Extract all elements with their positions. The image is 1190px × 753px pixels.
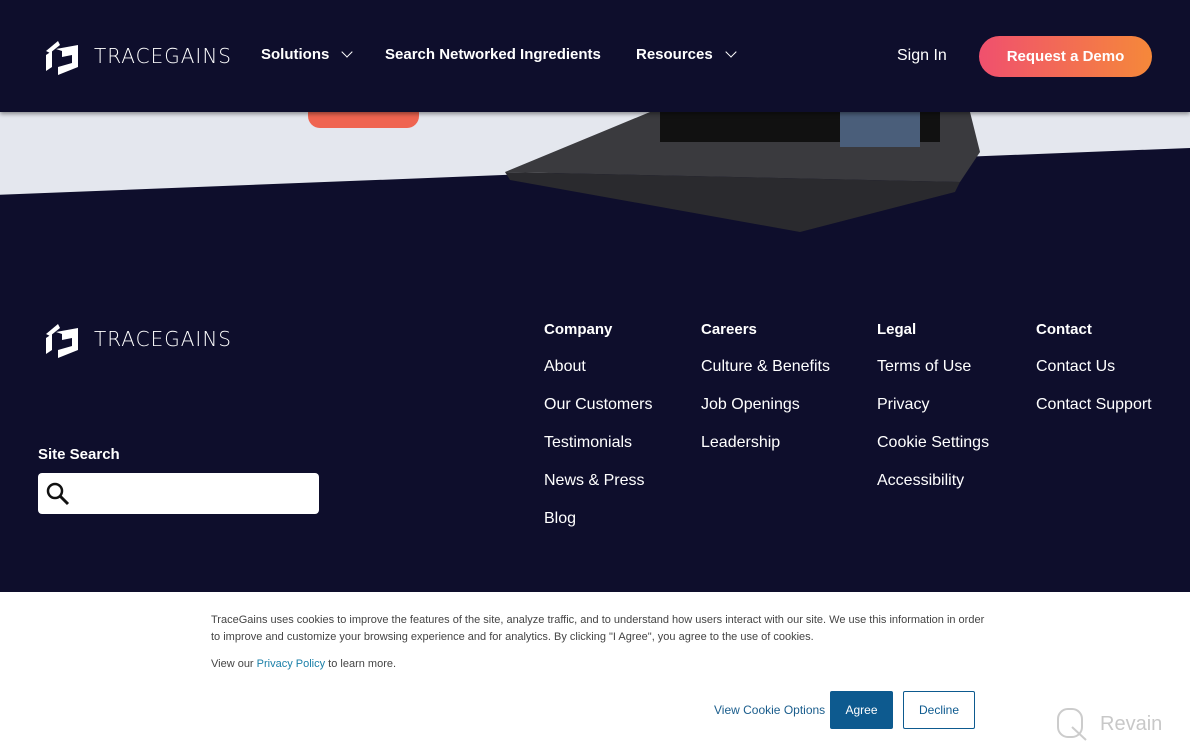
- revain-text: Revain: [1100, 712, 1163, 735]
- agree-button[interactable]: Agree: [830, 691, 893, 729]
- footer-link-leadership[interactable]: Leadership: [701, 434, 830, 453]
- footer-link-terms[interactable]: Terms of Use: [877, 358, 989, 377]
- nav-resources[interactable]: Resources: [636, 46, 737, 63]
- cookie-banner: TraceGains uses cookies to improve the f…: [0, 592, 1190, 753]
- revain-logo-icon: [1057, 708, 1087, 741]
- revain-watermark: Revain: [1056, 707, 1162, 741]
- search-icon: [46, 482, 70, 506]
- footer-link-privacy[interactable]: Privacy: [877, 396, 989, 415]
- cookie-text: TraceGains uses cookies to improve the f…: [211, 614, 985, 643]
- brand-name: TRACEGAINS: [94, 44, 232, 68]
- site-search-input[interactable]: [38, 473, 319, 514]
- column-title: Company: [544, 321, 613, 338]
- site-header: TRACEGAINS Solutions Search Networked In…: [0, 0, 1190, 112]
- tracegains-logo-icon: [46, 41, 78, 75]
- footer-link-cookie-settings[interactable]: Cookie Settings: [877, 434, 989, 453]
- footer-logo[interactable]: TRACEGAINS: [44, 320, 232, 358]
- pp-prefix: View our: [211, 658, 257, 670]
- nav-search-networked-ingredients[interactable]: Search Networked Ingredients: [385, 46, 601, 63]
- column-title: Contact: [1036, 321, 1092, 338]
- column-title: Legal: [877, 321, 917, 338]
- nav-label: Solutions: [261, 46, 330, 63]
- request-demo-button[interactable]: Request a Demo: [979, 36, 1152, 77]
- footer-link-about[interactable]: About: [544, 358, 652, 377]
- footer-link-testimonials[interactable]: Testimonials: [544, 434, 652, 453]
- footer-column-legal: Legal Terms of Use Privacy Cookie Settings…: [877, 321, 989, 510]
- privacy-policy-link[interactable]: Privacy Policy: [257, 658, 325, 670]
- brand-name: TRACEGAINS: [94, 327, 232, 351]
- footer-link-news-press[interactable]: News & Press: [544, 472, 652, 491]
- footer-link-contact-support[interactable]: Contact Support: [1036, 396, 1152, 415]
- footer-link-our-customers[interactable]: Our Customers: [544, 396, 652, 415]
- footer-link-blog[interactable]: Blog: [544, 510, 652, 529]
- footer-link-contact-us[interactable]: Contact Us: [1036, 358, 1152, 377]
- column-title: Careers: [701, 321, 757, 338]
- footer-link-job-openings[interactable]: Job Openings: [701, 396, 830, 415]
- pp-suffix: to learn more.: [325, 658, 397, 670]
- nav-label: Search Networked Ingredients: [385, 46, 601, 63]
- footer-link-accessibility[interactable]: Accessibility: [877, 472, 989, 491]
- tracegains-logo-icon: [46, 324, 78, 358]
- privacy-policy-line: View our Privacy Policy to learn more.: [211, 658, 396, 670]
- chevron-down-icon: [725, 46, 737, 58]
- footer-column-company: Company About Our Customers Testimonials Ne…: [544, 321, 652, 548]
- footer-column-careers: Careers Culture & Benefits Job Openings Le…: [701, 321, 830, 472]
- view-cookie-options-link[interactable]: View Cookie Options: [714, 703, 825, 717]
- tablet-keyboard-image: [505, 112, 980, 232]
- nav-label: Resources: [636, 46, 713, 63]
- decline-button[interactable]: Decline: [903, 691, 975, 729]
- footer-link-culture-benefits[interactable]: Culture & Benefits: [701, 358, 830, 377]
- logo[interactable]: TRACEGAINS: [44, 37, 232, 75]
- footer-column-contact: Contact Contact Us Contact Support: [1036, 321, 1152, 434]
- sign-in-link[interactable]: Sign In: [897, 47, 947, 65]
- site-search-label: Site Search: [38, 446, 120, 463]
- chevron-down-icon: [341, 46, 353, 58]
- nav-solutions[interactable]: Solutions: [261, 46, 353, 63]
